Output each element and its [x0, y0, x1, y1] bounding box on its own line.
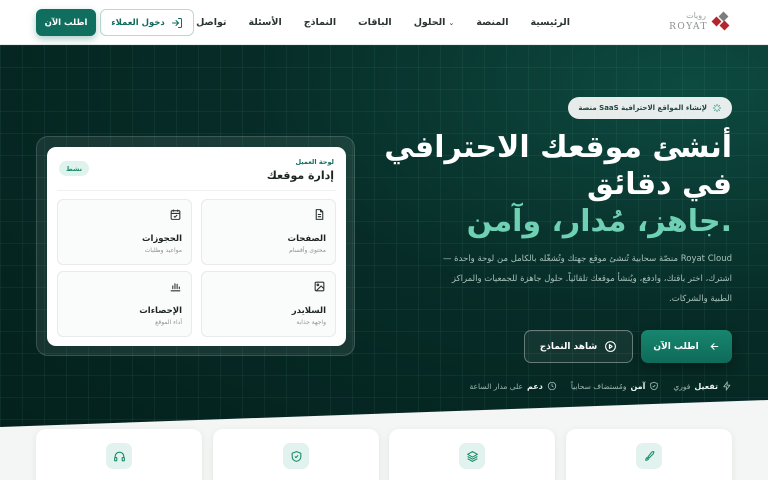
nav-label: تواصل	[196, 17, 227, 28]
nav-label: المنصة	[476, 17, 509, 28]
play-circle-icon	[605, 341, 617, 352]
feature-bold: تفعيل	[694, 381, 718, 391]
logo-mark-icon	[711, 11, 730, 31]
hero-badge-text: منصة SaaS لإنشاء المواقع الاحترافية	[578, 104, 707, 112]
logo[interactable]: رويات ROYAT	[664, 8, 734, 36]
shield-icon	[291, 450, 301, 462]
nav-label: النماذج	[303, 17, 337, 28]
feature-secure: آمن ومُستضاف سحابياً	[571, 381, 660, 391]
dashboard-preview: لوحة العميل إدارة موقعك نشط الصفحات محتو…	[36, 136, 355, 356]
nav-label: الرئيسية	[530, 17, 570, 28]
tile-subtitle: واجهة جذابة	[296, 319, 326, 326]
sparkle-icon	[712, 103, 722, 113]
layers-icon	[466, 450, 478, 462]
nav-label: الباقات	[358, 17, 392, 28]
site-header: رويات ROYAT الرئيسية المنصة الحلول ⌄ البا…	[0, 0, 768, 45]
hero-title: أنشئ موقعك الاحترافي في دقائق جاهز، مُدا…	[372, 129, 732, 240]
headset-icon	[113, 451, 125, 461]
tile-title: الحجوزات	[141, 234, 182, 244]
nav-item-plans[interactable]: الباقات	[358, 17, 392, 28]
tile-subtitle: أداء الموقع	[155, 319, 182, 326]
hero-title-line-2: في دقائق	[586, 167, 732, 202]
status-badge: نشط	[59, 161, 90, 176]
nav-label: الحلول	[413, 17, 446, 28]
feature-bold: دعم	[527, 381, 543, 391]
tile-pages[interactable]: الصفحات محتوى وأقسام	[201, 199, 336, 265]
hero-description: Royat Cloud منصّة سحابية تُنشئ موقع جهتك…	[442, 254, 732, 304]
bar-chart-icon	[170, 283, 181, 292]
feature-card	[36, 429, 202, 480]
feature-bold: آمن	[630, 381, 646, 391]
rocket-icon	[644, 450, 654, 461]
tile-subtitle: محتوى وأقسام	[289, 247, 326, 254]
nav-item-home[interactable]: الرئيسية	[531, 17, 570, 28]
feature-card-icon	[459, 443, 485, 469]
hero-badge: منصة SaaS لإنشاء المواقع الاحترافية	[568, 97, 732, 119]
tile-bookings[interactable]: الحجوزات مواعيد وطلبات	[57, 199, 192, 265]
feature-card-icon	[106, 443, 132, 469]
dashboard-title: إدارة موقعك	[266, 169, 334, 182]
nav-item-platform[interactable]: المنصة	[476, 17, 508, 28]
order-now-button[interactable]: اطلب الآن	[641, 330, 732, 363]
main-nav: الرئيسية المنصة الحلول ⌄ الباقات النماذج …	[196, 0, 570, 45]
logo-arabic-text: رويات	[686, 11, 706, 20]
feature-card	[389, 429, 555, 480]
login-icon	[171, 17, 182, 28]
tile-title: السلايدر	[291, 306, 326, 316]
tile-title: الصفحات	[287, 234, 326, 244]
shield-icon	[650, 381, 659, 391]
hero-features: تفعيل فوري آمن ومُستضاف سحابياً دعم على …	[470, 381, 732, 391]
dashboard-subtitle: لوحة العميل	[295, 158, 334, 166]
feature-card-icon	[283, 443, 309, 469]
logo-text: ROYAT	[669, 22, 708, 32]
client-login-button[interactable]: دخول العملاء	[100, 9, 194, 36]
view-samples-label: شاهد النماذج	[539, 341, 598, 352]
hero-title-line-1: أنشئ موقعك الاحترافي	[384, 130, 732, 165]
order-now-label: اطلب الآن	[44, 17, 88, 28]
arrow-left-icon	[710, 343, 718, 350]
feature-card	[213, 429, 379, 480]
order-now-header-button[interactable]: اطلب الآن	[36, 9, 96, 36]
image-icon	[314, 281, 325, 292]
hero-title-accent: جاهز، مُدار، وآمن.	[466, 204, 732, 239]
chevron-down-icon: ⌄	[448, 18, 455, 27]
lightning-icon	[723, 381, 731, 391]
document-icon	[315, 209, 324, 220]
tile-subtitle: مواعيد وطلبات	[144, 247, 182, 254]
nav-item-samples[interactable]: النماذج	[304, 17, 336, 28]
client-login-label: دخول العملاء	[111, 17, 165, 28]
divider	[57, 190, 336, 191]
feature-instant-activation: تفعيل فوري	[673, 381, 732, 391]
tile-title: الإحصاءات	[139, 306, 182, 316]
nav-label: الأسئلة	[248, 17, 282, 28]
nav-item-contact[interactable]: تواصل	[196, 17, 226, 28]
clock-icon	[547, 381, 557, 391]
order-now-button-label: اطلب الآن	[653, 341, 699, 352]
feature-support: دعم على مدار الساعة	[470, 381, 557, 391]
calendar-check-icon	[170, 209, 181, 220]
tile-slider[interactable]: السلايدر واجهة جذابة	[201, 271, 336, 337]
tile-statistics[interactable]: الإحصاءات أداء الموقع	[57, 271, 192, 337]
nav-item-solutions[interactable]: الحلول ⌄	[414, 17, 455, 28]
hero-section: منصة SaaS لإنشاء المواقع الاحترافية أنشئ…	[0, 45, 768, 445]
dashboard-card: لوحة العميل إدارة موقعك نشط الصفحات محتو…	[47, 147, 346, 346]
feature-card-icon	[636, 443, 662, 469]
view-samples-button[interactable]: شاهد النماذج	[524, 330, 633, 363]
feature-text: فوري	[673, 381, 691, 391]
feature-card	[566, 429, 732, 480]
feature-text: على مدار الساعة	[469, 381, 524, 391]
feature-text: ومُستضاف سحابياً	[570, 381, 627, 391]
nav-item-faq[interactable]: الأسئلة	[249, 17, 282, 28]
